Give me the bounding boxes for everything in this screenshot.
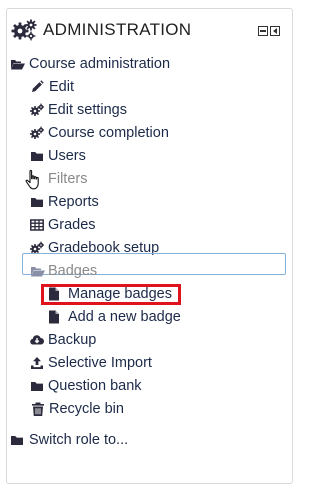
nav-label: Add a new badge [68,309,181,325]
folder-open-icon [30,264,45,278]
table-icon [30,218,44,232]
gear-icon [30,103,44,117]
nav-label: Recycle bin [49,401,124,417]
nav-label: Edit [49,79,74,95]
block-title: ADMINISTRATION [43,20,192,39]
nav-label: Question bank [48,378,142,394]
nav-item-recycle-bin[interactable]: Recycle bin [30,401,124,417]
file-icon [48,287,62,301]
nav-item-backup[interactable]: Backup [30,332,96,348]
nav-course-administration[interactable]: Course administration [10,56,170,72]
nav-label: Edit settings [48,102,127,118]
folder-icon [10,433,24,447]
folder-icon [30,379,44,393]
nav-label: Switch role to... [29,432,129,448]
file-icon [48,310,62,324]
nav-item-add-new-badge[interactable]: Add a new badge [48,309,181,325]
nav-switch-role[interactable]: Switch role to... [10,432,128,448]
dock-icon[interactable] [258,26,268,36]
gear-icon [30,126,44,140]
nav-label: Selective Import [48,355,152,371]
folder-open-icon [10,57,25,71]
cloud-download-icon [30,333,44,347]
nav-label: Backup [48,332,97,348]
gears-icon [11,19,37,41]
nav-item-users[interactable]: Users [30,148,86,164]
folder-icon [30,149,44,163]
upload-icon [30,356,44,370]
nav-label: Manage badges [68,286,172,302]
nav-label: Course completion [48,125,169,141]
pencil-icon [30,80,44,94]
nav-item-manage-badges[interactable]: Manage badges [48,286,172,302]
nav-item-question-bank[interactable]: Question bank [30,378,142,394]
nav-label: Badges [48,263,98,279]
nav-label: Course administration [29,56,171,72]
nav-item-edit[interactable]: Edit [30,79,74,95]
folder-icon [30,195,44,209]
nav-item-reports[interactable]: Reports [30,194,99,210]
nav-label: Reports [48,194,99,210]
nav-label: Grades [48,217,96,233]
block-controls [258,26,280,36]
nav-item-grades[interactable]: Grades [30,217,96,233]
nav-label: Filters [48,171,88,187]
nav-label: Users [48,148,86,164]
nav-item-edit-settings[interactable]: Edit settings [30,102,127,118]
nav-item-course-completion[interactable]: Course completion [30,125,169,141]
block-header: ADMINISTRATION [11,19,191,41]
nav-item-badges[interactable]: Badges [30,263,97,279]
move-icon[interactable] [270,26,280,36]
hand-cursor-icon [25,169,43,196]
trash-icon [30,401,46,417]
nav-item-selective-import[interactable]: Selective Import [30,355,152,371]
